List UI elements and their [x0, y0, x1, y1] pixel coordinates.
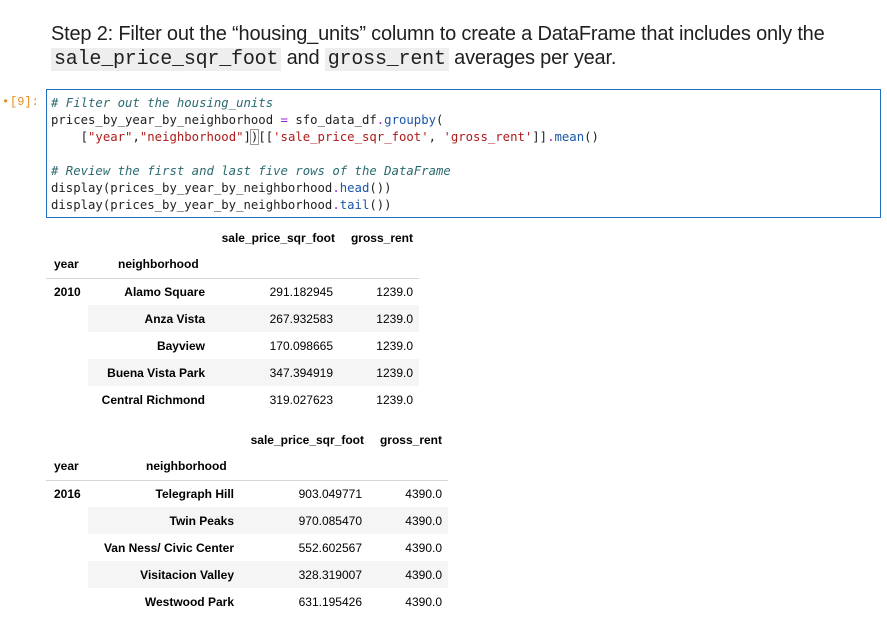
inline-code-sale-price: sale_price_sqr_foot [51, 48, 282, 71]
price-cell: 347.394919 [205, 359, 335, 386]
year-value: 2016 [54, 486, 81, 501]
neighborhood-cell: Anza Vista [88, 305, 205, 332]
price-cell: 903.049771 [298, 486, 362, 501]
rent-cell: 4390.0 [405, 594, 442, 609]
table-row: Bayview 170.098665 1239.0 [46, 332, 419, 359]
table-row: Westwood Park 631.195426 4390.0 [46, 588, 448, 615]
index-name-year: year [54, 257, 79, 272]
neighborhood-cell: Twin Peaks [88, 507, 234, 534]
rent-cell: 1239.0 [376, 284, 413, 299]
price-cell: 267.932583 [205, 305, 335, 332]
code-cell-editor[interactable]: # Filter out the housing_units prices_by… [46, 89, 881, 218]
rent-cell: 1239.0 [335, 359, 419, 386]
neighborhood-cell: Telegraph Hill [155, 486, 234, 501]
rent-cell: 4390.0 [364, 507, 448, 534]
markdown-heading: Step 2: Filter out the “housing_units” c… [51, 22, 881, 72]
table-row: Twin Peaks 970.085470 4390.0 [46, 507, 448, 534]
price-cell: 170.098665 [269, 338, 333, 353]
rent-cell: 4390.0 [405, 540, 442, 555]
table-row: Anza Vista 267.932583 1239.0 [46, 305, 419, 332]
year-value: 2010 [54, 284, 81, 299]
neighborhood-cell: Alamo Square [124, 284, 205, 299]
neighborhood-cell: Buena Vista Park [88, 359, 205, 386]
neighborhood-cell: Bayview [156, 338, 205, 353]
column-header-rent: gross_rent [379, 432, 442, 447]
price-cell: 328.319007 [234, 561, 364, 588]
column-header-price: sale_price_sqr_foot [250, 432, 364, 447]
dataframe-head: sale_price_sqr_foot gross_rent year neig… [46, 224, 419, 413]
cell-prompt: [9]: [10, 95, 39, 109]
index-name-neighborhood: neighborhood [118, 257, 199, 272]
column-header-price: sale_price_sqr_foot [221, 230, 335, 245]
inline-code-gross-rent: gross_rent [324, 48, 449, 71]
rent-cell: 4390.0 [364, 561, 448, 588]
rent-cell: 1239.0 [376, 338, 413, 353]
heading-and: and [286, 47, 320, 69]
table-row: Van Ness/ Civic Center 552.602567 4390.0 [46, 534, 448, 561]
price-cell: 970.085470 [234, 507, 364, 534]
rent-cell: 1239.0 [335, 305, 419, 332]
column-header-rent: gross_rent [350, 230, 413, 245]
neighborhood-cell: Westwood Park [144, 594, 234, 609]
neighborhood-cell: Central Richmond [101, 392, 205, 407]
price-cell: 631.195426 [298, 594, 362, 609]
cell-modified-dot-icon: • [2, 95, 10, 109]
price-cell: 291.182945 [269, 284, 333, 299]
neighborhood-cell: Van Ness/ Civic Center [103, 540, 234, 555]
rent-cell: 4390.0 [405, 486, 442, 501]
heading-text-part2: averages per year. [454, 47, 617, 69]
price-cell: 319.027623 [269, 392, 333, 407]
table-row: Central Richmond 319.027623 1239.0 [46, 386, 419, 413]
table-row: 2016 Telegraph Hill 903.049771 4390.0 [46, 480, 448, 507]
table-row: 2010 Alamo Square 291.182945 1239.0 [46, 278, 419, 305]
table-row: Visitacion Valley 328.319007 4390.0 [46, 561, 448, 588]
table-row: Buena Vista Park 347.394919 1239.0 [46, 359, 419, 386]
rent-cell: 1239.0 [376, 392, 413, 407]
heading-text-part1: Step 2: Filter out the “housing_units” c… [51, 23, 825, 45]
code-text[interactable]: # Filter out the housing_units prices_by… [51, 95, 599, 214]
neighborhood-cell: Visitacion Valley [88, 561, 234, 588]
index-name-year: year [54, 459, 79, 474]
dataframe-tail: sale_price_sqr_foot gross_rent year neig… [46, 426, 448, 615]
price-cell: 552.602567 [298, 540, 362, 555]
index-name-neighborhood: neighborhood [146, 459, 227, 474]
